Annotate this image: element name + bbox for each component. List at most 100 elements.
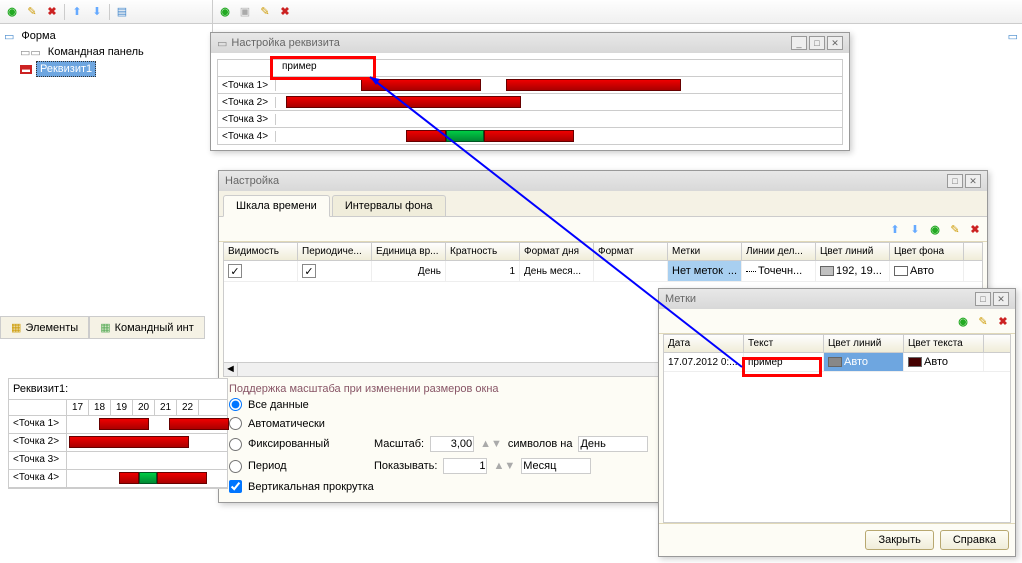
paste-icon[interactable]: ▤ <box>114 4 130 20</box>
cell-periodic[interactable]: ✓ <box>298 261 372 281</box>
col-textcolor[interactable]: Цвет текста <box>904 335 984 352</box>
bottom-tabs: ▦ Элементы ▦ Командный инт <box>0 316 205 339</box>
add-icon[interactable]: ◉ <box>4 4 20 20</box>
down-icon[interactable]: ⬇ <box>907 221 923 237</box>
tab-timescale[interactable]: Шкала времени <box>223 195 330 217</box>
col-header: 19 <box>111 400 133 415</box>
grid-row[interactable]: ✓ ✓ День 1 День меся... Нет меток... Точ… <box>224 261 982 282</box>
close-button[interactable]: ✕ <box>827 36 843 50</box>
add-icon[interactable]: ◉ <box>955 313 971 329</box>
cell-dayfmt[interactable]: День меся... <box>520 261 594 281</box>
cell-lines[interactable]: Точечн... <box>742 261 816 281</box>
preview-title: Реквизит1: <box>9 379 227 400</box>
col-unit[interactable]: Единица вр... <box>372 243 446 260</box>
grid-header: Дата Текст Цвет линий Цвет текста <box>664 335 1010 353</box>
preview-row: <Точка 4> <box>9 470 227 488</box>
col-linecolor[interactable]: Цвет линий <box>824 335 904 352</box>
maximize-button[interactable]: □ <box>809 36 825 50</box>
radio-input[interactable] <box>229 438 242 451</box>
window-titlebar[interactable]: ▭ Настройка реквизита _ □ ✕ <box>211 33 849 53</box>
close-button[interactable]: ✕ <box>965 174 981 188</box>
cell-fmt[interactable] <box>594 261 668 281</box>
gantt-bar <box>446 130 484 142</box>
grid-header: Видимость Периодиче... Единица вр... Кра… <box>224 243 982 261</box>
tab-command-interface[interactable]: ▦ Командный инт <box>89 316 205 339</box>
help-button[interactable]: Справка <box>940 530 1009 550</box>
cell-linecolor[interactable]: 192, 19... <box>816 261 890 281</box>
radio-input[interactable] <box>229 417 242 430</box>
delete-icon[interactable]: ✖ <box>277 4 293 20</box>
col-date[interactable]: Дата <box>664 335 744 352</box>
panel-icon[interactable]: ▭ <box>1008 30 1018 43</box>
gantt-bar <box>506 79 681 91</box>
cell-labels[interactable]: Нет меток... <box>668 261 742 281</box>
cell-date[interactable]: 17.07.2012 0:... <box>664 353 744 371</box>
window-titlebar[interactable]: Настройка □ ✕ <box>219 171 987 191</box>
gantt-point-label: <Точка 1> <box>218 80 276 91</box>
gantt-bar <box>69 436 189 448</box>
tree-command-panel-node[interactable]: ▭▭ Командная панель <box>4 44 208 60</box>
scale-input[interactable] <box>430 436 474 452</box>
col-text[interactable]: Текст <box>744 335 824 352</box>
col-fmt[interactable]: Формат <box>594 243 668 260</box>
grid-row[interactable]: 17.07.2012 0:... пример Авто Авто <box>664 353 1010 372</box>
cell-mult[interactable]: 1 <box>446 261 520 281</box>
down-icon[interactable]: ⬇ <box>89 4 105 20</box>
col-periodic[interactable]: Периодиче... <box>298 243 372 260</box>
cell-bgcolor[interactable]: Авто <box>890 261 964 281</box>
cell-textcolor[interactable]: Авто <box>904 353 984 371</box>
scale-unit-input[interactable] <box>578 436 648 452</box>
gantt-bar <box>484 130 574 142</box>
maximize-button[interactable]: □ <box>947 174 963 188</box>
col-linecolor[interactable]: Цвет линий <box>816 243 890 260</box>
tree-attr1-node[interactable]: ▬ Реквизит1 <box>4 60 208 78</box>
edit-icon[interactable]: ✎ <box>24 4 40 20</box>
close-button[interactable]: Закрыть <box>865 530 933 550</box>
col-visibility[interactable]: Видимость <box>224 243 298 260</box>
tree-label: Реквизит1 <box>36 61 96 77</box>
col-mult[interactable]: Кратность <box>446 243 520 260</box>
up-icon[interactable]: ⬆ <box>69 4 85 20</box>
add-icon[interactable]: ◉ <box>927 221 943 237</box>
col-labels[interactable]: Метки <box>668 243 742 260</box>
gantt-bar <box>139 472 157 484</box>
checkbox-input[interactable] <box>229 480 242 493</box>
period-unit-input[interactable] <box>521 458 591 474</box>
attr-icon: ▬ <box>20 65 32 74</box>
radio-input[interactable] <box>229 398 242 411</box>
radio-input[interactable] <box>229 460 242 473</box>
window-titlebar[interactable]: Метки □ ✕ <box>659 289 1015 309</box>
copy-icon[interactable]: ▣ <box>237 4 253 20</box>
show-input[interactable] <box>443 458 487 474</box>
cell-visibility[interactable]: ✓ <box>224 261 298 281</box>
row-label: <Точка 4> <box>9 470 67 487</box>
delete-icon[interactable]: ✖ <box>44 4 60 20</box>
col-bgcolor[interactable]: Цвет фона <box>890 243 964 260</box>
separator <box>64 4 65 20</box>
add-icon[interactable]: ◉ <box>217 4 233 20</box>
delete-icon[interactable]: ✖ <box>967 221 983 237</box>
cell-unit[interactable]: День <box>372 261 446 281</box>
col-dayfmt[interactable]: Формат дня <box>520 243 594 260</box>
col-lines[interactable]: Линии дел... <box>742 243 816 260</box>
close-button[interactable]: ✕ <box>993 292 1009 306</box>
maximize-button[interactable]: □ <box>975 292 991 306</box>
delete-icon[interactable]: ✖ <box>995 313 1011 329</box>
col-header: 18 <box>89 400 111 415</box>
minimize-button[interactable]: _ <box>791 36 807 50</box>
cell-text[interactable]: пример <box>744 353 824 371</box>
row-label: <Точка 3> <box>9 452 67 469</box>
preview-row: <Точка 1> <box>9 416 227 434</box>
cell-linecolor[interactable]: Авто <box>824 353 904 371</box>
up-icon[interactable]: ⬆ <box>887 221 903 237</box>
edit-icon[interactable]: ✎ <box>975 313 991 329</box>
edit-icon[interactable]: ✎ <box>257 4 273 20</box>
window-title-text: Настройка реквизита <box>231 37 789 49</box>
right-toolbar: ◉ ▣ ✎ ✖ <box>213 0 1022 24</box>
labels-grid: Дата Текст Цвет линий Цвет текста 17.07.… <box>663 334 1011 523</box>
tab-elements[interactable]: ▦ Элементы <box>0 316 89 339</box>
edit-icon[interactable]: ✎ <box>947 221 963 237</box>
preview-row: <Точка 3> <box>9 452 227 470</box>
tab-background-intervals[interactable]: Интервалы фона <box>332 195 446 216</box>
tree-form-node[interactable]: ▭ Форма <box>4 28 208 44</box>
